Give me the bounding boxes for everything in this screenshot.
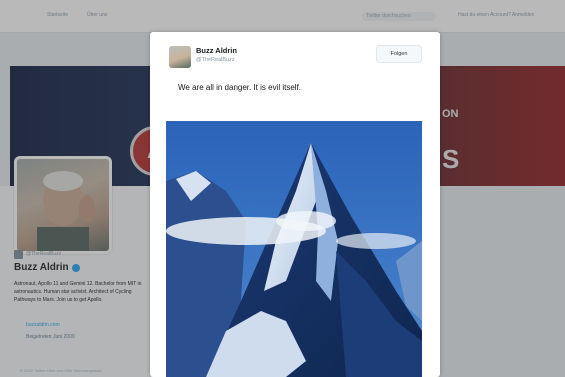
tweet-photo[interactable] — [166, 121, 422, 377]
tweet-text: We are all in danger. It is evil itself. — [178, 83, 302, 92]
tweet-author-name[interactable]: Buzz Aldrin — [196, 46, 237, 55]
follow-button[interactable]: Folgen — [376, 45, 422, 63]
mountain-photo — [166, 121, 422, 377]
tweet-modal: Buzz Aldrin @TheRealBuzz Folgen We are a… — [150, 32, 440, 377]
tweet-author-handle[interactable]: @TheRealBuzz — [196, 57, 235, 63]
tweet-author-avatar[interactable] — [169, 46, 191, 68]
